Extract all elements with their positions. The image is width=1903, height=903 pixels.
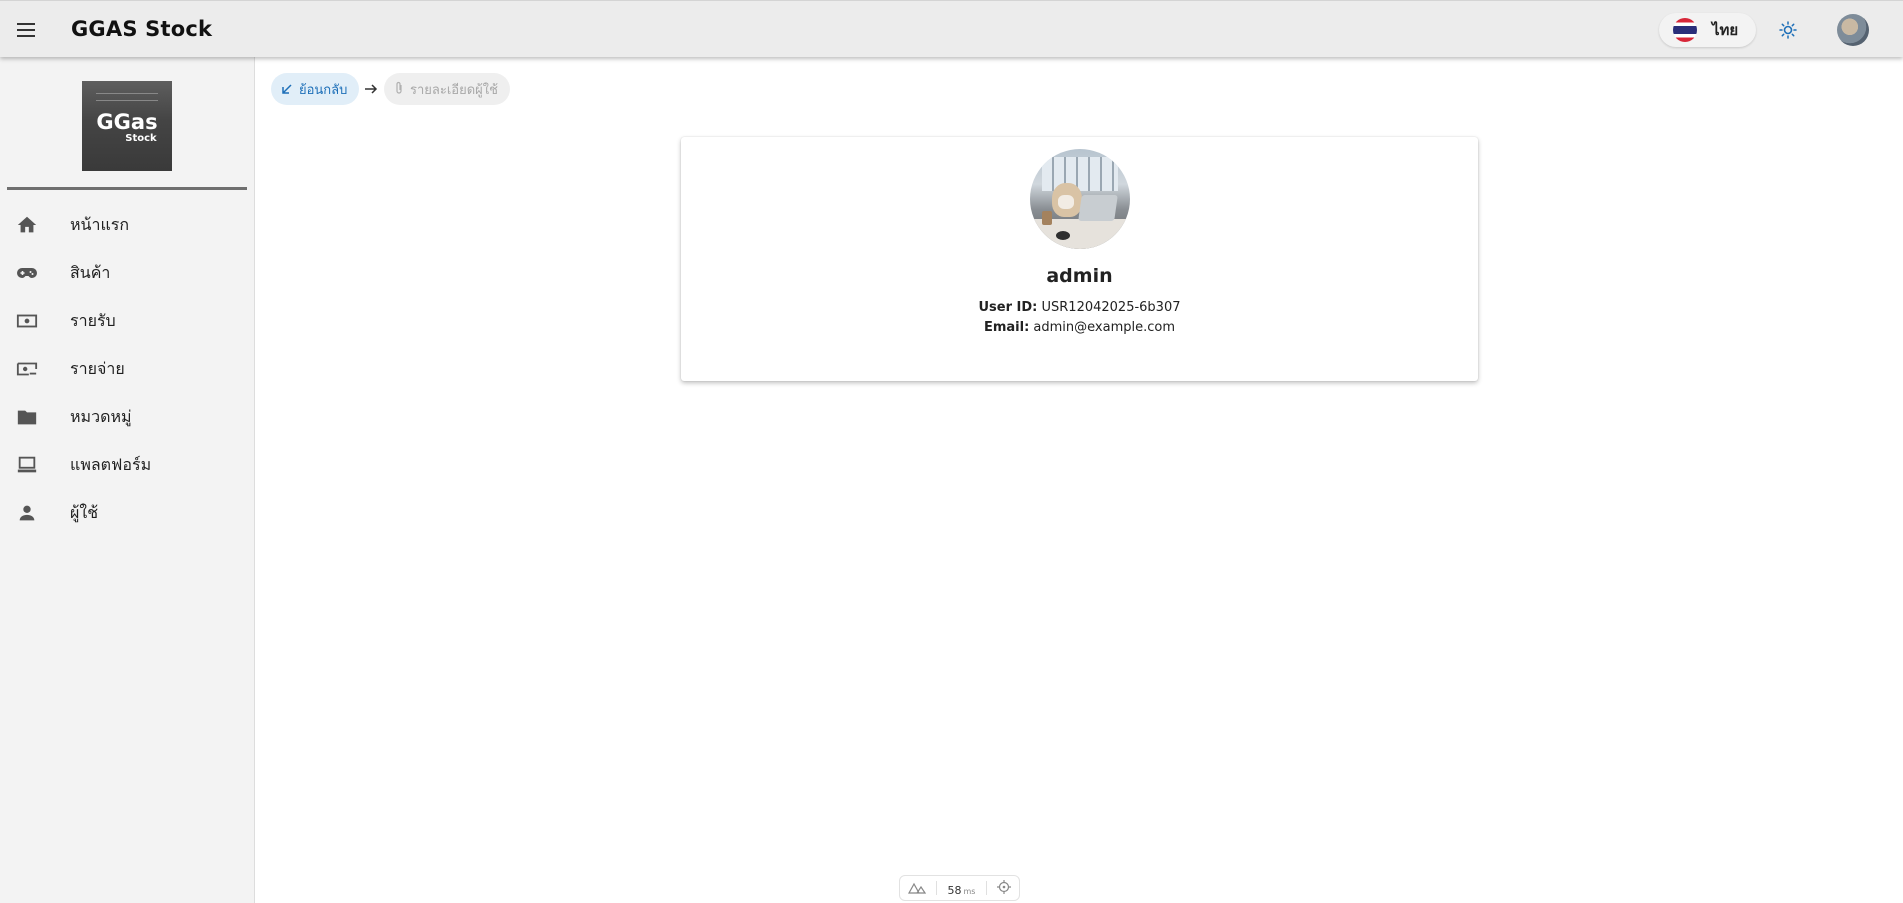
profile-email: Email: admin@example.com — [681, 320, 1478, 335]
perf-value: 58 — [947, 883, 962, 897]
thailand-flag-icon — [1673, 18, 1697, 42]
logo-sub-text: Stock — [125, 133, 157, 144]
app-title: GGAS Stock — [71, 17, 213, 41]
language-selector-button[interactable]: ไทย — [1659, 13, 1756, 47]
arrow-bottom-left-icon — [281, 80, 293, 99]
person-icon — [15, 501, 39, 525]
user-id-value: USR12042025-6b307 — [1041, 300, 1181, 315]
paperclip-icon — [394, 80, 404, 99]
profile-username: admin — [1046, 265, 1113, 287]
sidebar-item-categories[interactable]: หมวดหมู่ — [0, 393, 254, 441]
sidebar-item-label: สินค้า — [70, 262, 111, 282]
sidebar-item-label: รายจ่าย — [70, 358, 125, 378]
sidebar-divider — [7, 187, 247, 190]
perf-widget: 58 ms — [899, 875, 1020, 901]
hamburger-menu-icon[interactable] — [14, 17, 40, 43]
cash-icon — [15, 309, 39, 333]
sidebar-item-label: หมวดหมู่ — [70, 406, 132, 426]
nuxt-logo-icon[interactable] — [907, 879, 927, 898]
sidebar-item-label: รายรับ — [70, 310, 116, 330]
cash-remove-icon — [15, 357, 39, 381]
arrow-right-icon — [363, 81, 379, 97]
sidebar-item-label: หน้าแรก — [70, 214, 130, 234]
user-avatar[interactable] — [1837, 14, 1869, 46]
user-profile-card: admin User ID: USR12042025-6b307 Email: … — [681, 137, 1478, 381]
sidebar-item-expense[interactable]: รายจ่าย — [0, 345, 254, 393]
sidebar-item-home[interactable]: หน้าแรก — [0, 201, 254, 249]
app-bar: GGAS Stock ไทย — [0, 0, 1903, 57]
email-value: admin@example.com — [1033, 320, 1176, 335]
sidebar: GGas Stock หน้าแรก สินค้า รายรับ รายจ่าย… — [0, 57, 255, 903]
perf-unit: ms — [963, 886, 976, 896]
crosshair-icon[interactable] — [996, 879, 1011, 898]
language-label: ไทย — [1712, 21, 1739, 39]
sidebar-item-products[interactable]: สินค้า — [0, 249, 254, 297]
email-label: Email: — [983, 320, 1030, 335]
sidebar-item-platforms[interactable]: แพลตฟอร์ม — [0, 441, 254, 489]
folder-icon — [15, 405, 39, 429]
laptop-icon — [15, 453, 39, 477]
logo-main-text: GGas — [96, 110, 158, 134]
breadcrumb-current-label: รายละเอียดผู้ใช้ — [410, 82, 498, 98]
sidebar-item-users[interactable]: ผู้ใช้ — [0, 489, 254, 537]
breadcrumb-current: รายละเอียดผู้ใช้ — [384, 73, 510, 105]
home-icon — [15, 213, 39, 237]
profile-photo — [1030, 149, 1130, 249]
app-logo: GGas Stock — [82, 81, 172, 171]
sidebar-nav: หน้าแรก สินค้า รายรับ รายจ่าย หมวดหมู่ แ… — [0, 201, 254, 537]
sidebar-item-label: ผู้ใช้ — [70, 502, 99, 522]
gamepad-icon — [15, 261, 39, 285]
sidebar-item-label: แพลตฟอร์ม — [70, 454, 152, 474]
user-id-label: User ID: — [978, 300, 1038, 315]
profile-user-id: User ID: USR12042025-6b307 — [681, 300, 1478, 315]
sun-icon[interactable] — [1778, 20, 1798, 40]
sidebar-item-income[interactable]: รายรับ — [0, 297, 254, 345]
breadcrumb-back-button[interactable]: ย้อนกลับ — [271, 73, 360, 105]
breadcrumb-back-label: ย้อนกลับ — [299, 82, 348, 98]
